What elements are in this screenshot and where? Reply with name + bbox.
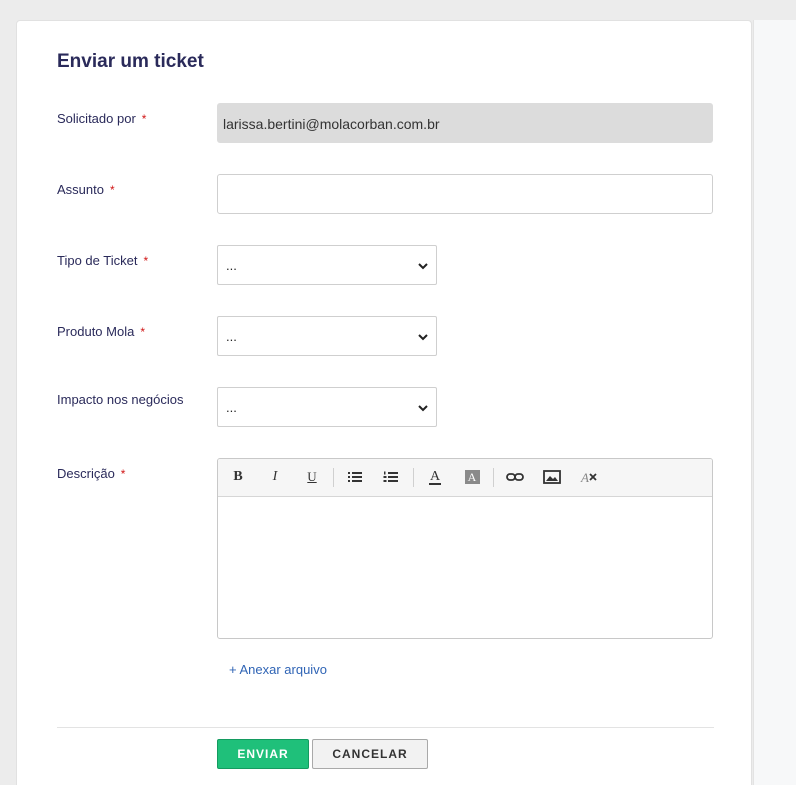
- bulleted-list-icon: [348, 472, 362, 482]
- ticket-type-select[interactable]: ...: [217, 245, 437, 285]
- image-icon: [543, 470, 561, 484]
- subject-label: Assunto *: [57, 182, 115, 197]
- ticket-type-label: Tipo de Ticket *: [57, 253, 148, 268]
- toolbar-separator: [493, 468, 494, 487]
- toolbar-separator: [413, 468, 414, 487]
- requester-label: Solicitado por *: [57, 111, 146, 126]
- required-marker: *: [141, 112, 147, 126]
- description-label-text: Descrição: [57, 466, 115, 481]
- divider: [57, 727, 714, 728]
- required-marker: *: [120, 467, 126, 481]
- description-editor: B I U A A A: [217, 458, 713, 639]
- subject-input[interactable]: [218, 175, 712, 213]
- italic-button[interactable]: I: [264, 467, 286, 487]
- numbered-list-icon: [383, 471, 398, 482]
- font-color-button[interactable]: A: [424, 467, 446, 487]
- required-marker: *: [109, 183, 115, 197]
- attach-file-link[interactable]: + Anexar arquivo: [229, 662, 327, 677]
- ticket-form-card: Enviar um ticket Solicitado por * larissa…: [16, 20, 752, 785]
- product-select[interactable]: ...: [217, 316, 437, 356]
- toolbar-separator: [333, 468, 334, 487]
- link-button[interactable]: [504, 467, 526, 487]
- svg-text:A: A: [580, 470, 589, 484]
- impact-label-text: Impacto nos negócios: [57, 392, 184, 407]
- font-color-icon: A: [428, 468, 442, 485]
- editor-toolbar: B I U A A A: [218, 459, 712, 497]
- page: Enviar um ticket Solicitado por * larissa…: [0, 0, 796, 785]
- underline-button[interactable]: U: [301, 467, 323, 487]
- bulleted-list-button[interactable]: [344, 467, 366, 487]
- subject-field[interactable]: [217, 174, 713, 214]
- impact-value: ...: [226, 400, 237, 415]
- clear-format-button[interactable]: A: [578, 467, 600, 487]
- impact-label: Impacto nos negócios: [57, 392, 183, 407]
- product-value: ...: [226, 329, 237, 344]
- link-icon: [506, 473, 524, 481]
- background-color-button[interactable]: A: [461, 467, 483, 487]
- required-marker: *: [140, 325, 145, 339]
- ticket-type-value: ...: [226, 258, 237, 273]
- chevron-down-icon: [418, 263, 428, 270]
- product-label: Produto Mola *: [57, 324, 145, 339]
- requester-label-text: Solicitado por: [57, 111, 136, 126]
- impact-select[interactable]: ...: [217, 387, 437, 427]
- description-textarea[interactable]: [218, 497, 712, 638]
- clear-format-icon: A: [580, 470, 597, 484]
- submit-button[interactable]: ENVIAR: [217, 739, 309, 769]
- subject-label-text: Assunto: [57, 182, 104, 197]
- ticket-type-label-text: Tipo de Ticket: [57, 253, 138, 268]
- image-button[interactable]: [541, 467, 563, 487]
- right-side-panel: [753, 20, 796, 785]
- cancel-button[interactable]: CANCELAR: [312, 739, 428, 769]
- background-color-icon: A: [464, 470, 480, 484]
- description-label: Descrição *: [57, 466, 125, 481]
- required-marker: *: [143, 254, 149, 268]
- chevron-down-icon: [418, 405, 428, 412]
- product-label-text: Produto Mola: [57, 324, 135, 339]
- numbered-list-button[interactable]: [380, 467, 402, 487]
- chevron-down-icon: [418, 334, 428, 341]
- page-title: Enviar um ticket: [57, 51, 204, 72]
- bold-button[interactable]: B: [227, 467, 249, 487]
- requester-field: larissa.bertini@molacorban.com.br: [217, 103, 713, 143]
